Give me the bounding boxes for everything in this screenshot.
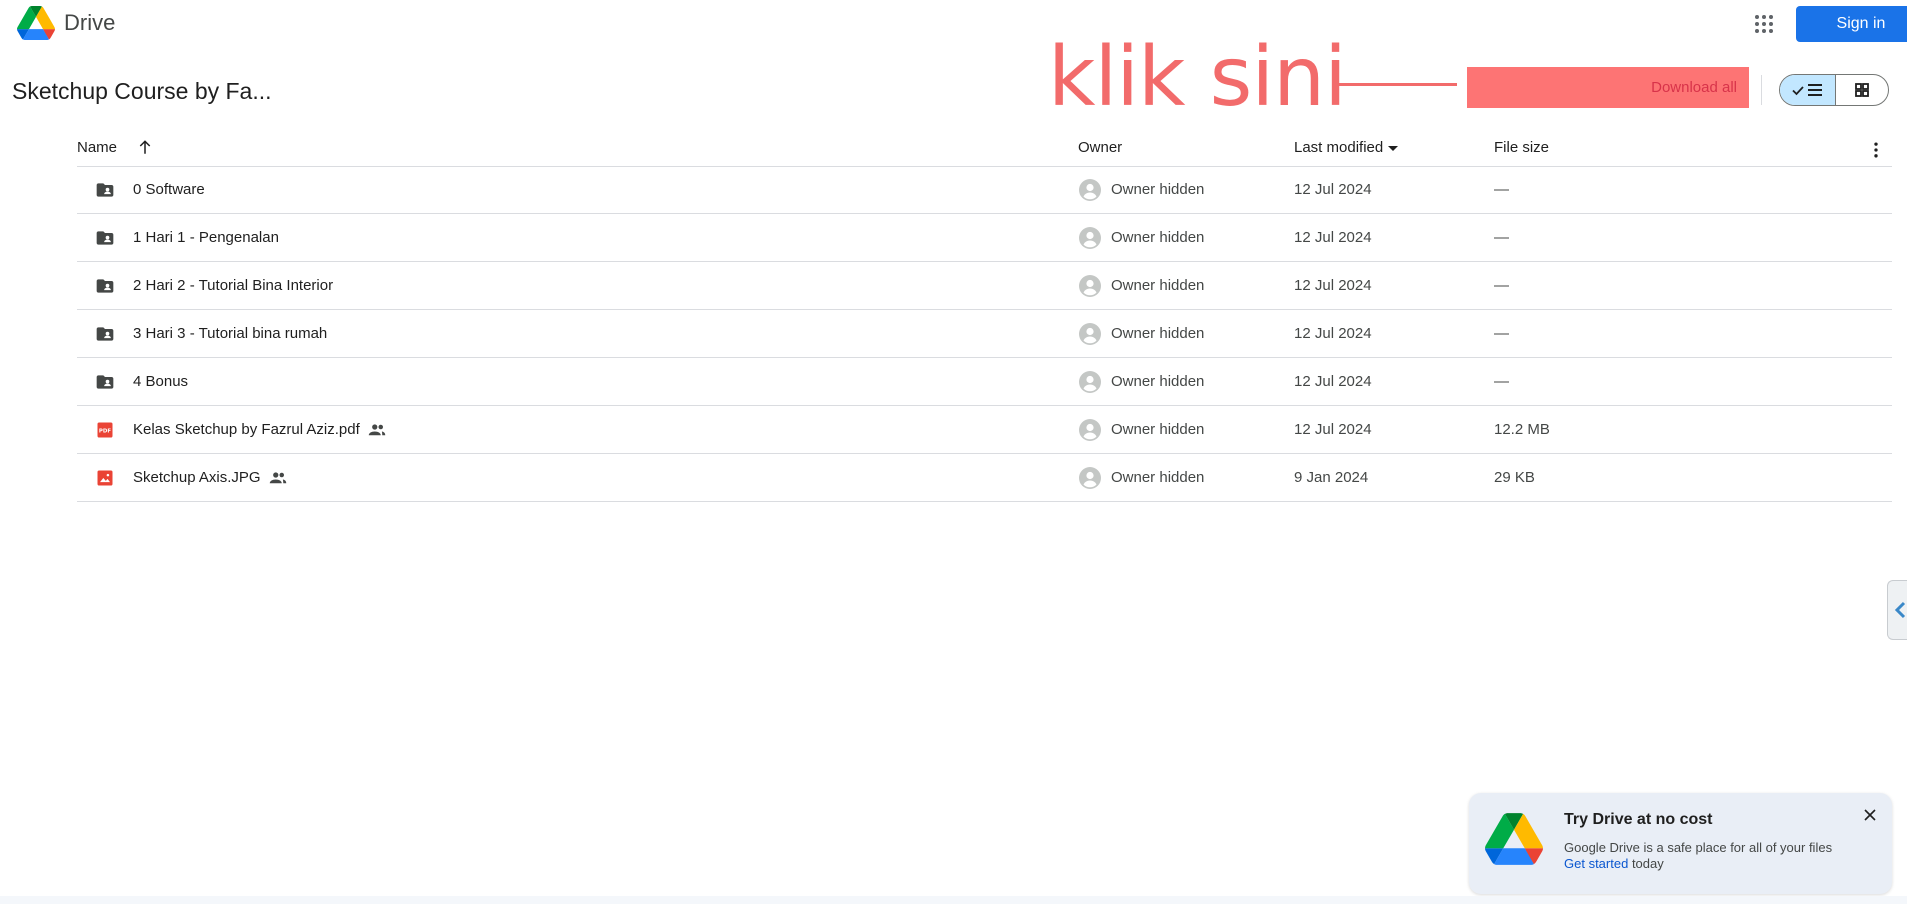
sign-in-button[interactable]: Sign in xyxy=(1796,6,1907,42)
file-name[interactable]: 4 Bonus xyxy=(133,373,188,390)
modified-date: 12 Jul 2024 xyxy=(1294,421,1372,438)
owner-text: Owner hidden xyxy=(1111,373,1205,390)
toolbar-divider xyxy=(1761,75,1762,105)
owner-text: Owner hidden xyxy=(1111,469,1205,486)
column-owner-label: Owner xyxy=(1078,139,1123,156)
promo-body: Google Drive is a safe place for all of … xyxy=(1564,840,1833,855)
file-name[interactable]: 2 Hari 2 - Tutorial Bina Interior xyxy=(133,277,333,294)
grid-view-button[interactable] xyxy=(1836,75,1888,105)
table-row[interactable]: 2 Hari 2 - Tutorial Bina Interior Owner … xyxy=(77,262,1892,310)
table-row[interactable]: 4 Bonus Owner hidden 12 Jul 2024 — xyxy=(77,358,1892,406)
owner-text: Owner hidden xyxy=(1111,229,1205,246)
table-row[interactable]: PDF Kelas Sketchup by Fazrul Aziz.pdf Ow… xyxy=(77,406,1892,454)
modified-date: 12 Jul 2024 xyxy=(1294,181,1372,198)
arrow-up-icon[interactable] xyxy=(136,138,154,156)
more-vert-icon[interactable] xyxy=(1866,140,1886,160)
file-size: 29 KB xyxy=(1494,469,1535,486)
file-name[interactable]: 1 Hari 1 - Pengenalan xyxy=(133,229,279,246)
avatar-icon xyxy=(1079,419,1101,441)
shared-folder-icon xyxy=(96,183,114,197)
image-file-icon xyxy=(97,470,113,486)
column-last-modified-label: Last modified xyxy=(1294,139,1384,156)
google-drive-logo[interactable] xyxy=(17,6,55,40)
brand-name: Drive xyxy=(64,10,116,35)
table-header: Name Owner Last modified File size xyxy=(77,132,1892,167)
file-size: — xyxy=(1494,181,1509,198)
side-panel-toggle[interactable] xyxy=(1887,580,1907,640)
close-icon[interactable] xyxy=(1862,807,1878,823)
owner-text: Owner hidden xyxy=(1111,277,1205,294)
column-name[interactable]: Name xyxy=(77,139,117,156)
column-owner: Owner xyxy=(1078,139,1122,156)
file-name[interactable]: Kelas Sketchup by Fazrul Aziz.pdf xyxy=(133,421,386,438)
avatar-icon xyxy=(1079,467,1101,489)
column-file-size-label: File size xyxy=(1494,139,1550,156)
list-view-icon xyxy=(1791,84,1822,96)
apps-grid-icon[interactable] xyxy=(1752,12,1776,36)
try-drive-promo: Try Drive at no cost Google Drive is a s… xyxy=(1469,793,1892,894)
table-row[interactable]: 1 Hari 1 - Pengenalan Owner hidden 12 Ju… xyxy=(77,214,1892,262)
download-all-label: Download all xyxy=(1651,79,1737,96)
folder-title: Sketchup Course by Fa... xyxy=(12,78,272,104)
file-size: 12.2 MB xyxy=(1494,421,1550,438)
avatar-icon xyxy=(1079,323,1101,345)
modified-date: 12 Jul 2024 xyxy=(1294,277,1372,294)
annotation-text: klik sini xyxy=(1048,30,1347,125)
avatar-icon xyxy=(1079,227,1101,249)
list-view-button[interactable] xyxy=(1780,75,1836,105)
shared-folder-icon xyxy=(96,279,114,293)
promo-cta: Get started today xyxy=(1564,856,1664,871)
modified-date: 9 Jan 2024 xyxy=(1294,469,1369,486)
pdf-file-icon: PDF xyxy=(97,422,113,438)
owner-text: Owner hidden xyxy=(1111,181,1205,198)
file-size: — xyxy=(1494,373,1509,390)
view-toggle[interactable] xyxy=(1779,74,1889,106)
avatar-icon xyxy=(1079,179,1101,201)
column-name-label: Name xyxy=(77,139,118,156)
chevron-left-icon xyxy=(1894,601,1905,619)
modified-date: 12 Jul 2024 xyxy=(1294,229,1372,246)
promo-title: Try Drive at no cost xyxy=(1564,811,1713,828)
file-name[interactable]: 3 Hari 3 - Tutorial bina rumah xyxy=(133,325,327,342)
shared-people-icon xyxy=(368,423,386,435)
owner-text: Owner hidden xyxy=(1111,421,1205,438)
shared-folder-icon xyxy=(96,327,114,341)
table-row[interactable]: 3 Hari 3 - Tutorial bina rumah Owner hid… xyxy=(77,310,1892,358)
google-drive-logo xyxy=(1485,813,1543,865)
owner-text: Owner hidden xyxy=(1111,325,1205,342)
column-file-size: File size xyxy=(1494,139,1549,156)
caret-down-icon xyxy=(1388,145,1399,151)
bottom-strip xyxy=(0,896,1907,904)
annotation-arrow-line xyxy=(1332,83,1457,86)
svg-text:PDF: PDF xyxy=(99,429,111,435)
file-size: — xyxy=(1494,325,1509,342)
shared-people-icon xyxy=(269,471,286,483)
avatar-icon xyxy=(1079,371,1101,393)
modified-date: 12 Jul 2024 xyxy=(1294,325,1372,342)
table-row[interactable]: Sketchup Axis.JPG Owner hidden 9 Jan 202… xyxy=(77,454,1892,502)
shared-folder-icon xyxy=(96,375,114,389)
grid-view-icon xyxy=(1855,83,1869,97)
file-size: — xyxy=(1494,277,1509,294)
file-name[interactable]: Sketchup Axis.JPG xyxy=(133,469,287,486)
avatar-icon xyxy=(1079,275,1101,297)
promo-cta-suffix: today xyxy=(1631,856,1664,871)
column-last-modified[interactable]: Last modified xyxy=(1294,139,1400,156)
get-started-link[interactable]: Get started xyxy=(1564,856,1628,871)
file-size: — xyxy=(1494,229,1509,246)
file-name[interactable]: 0 Software xyxy=(133,181,205,198)
shared-folder-icon xyxy=(96,231,114,245)
table-row[interactable]: 0 Software Owner hidden 12 Jul 2024 — xyxy=(77,166,1892,214)
file-list: 0 Software Owner hidden 12 Jul 2024 — 1 … xyxy=(77,166,1892,502)
modified-date: 12 Jul 2024 xyxy=(1294,373,1372,390)
download-all-button[interactable]: Download all xyxy=(1467,67,1749,108)
